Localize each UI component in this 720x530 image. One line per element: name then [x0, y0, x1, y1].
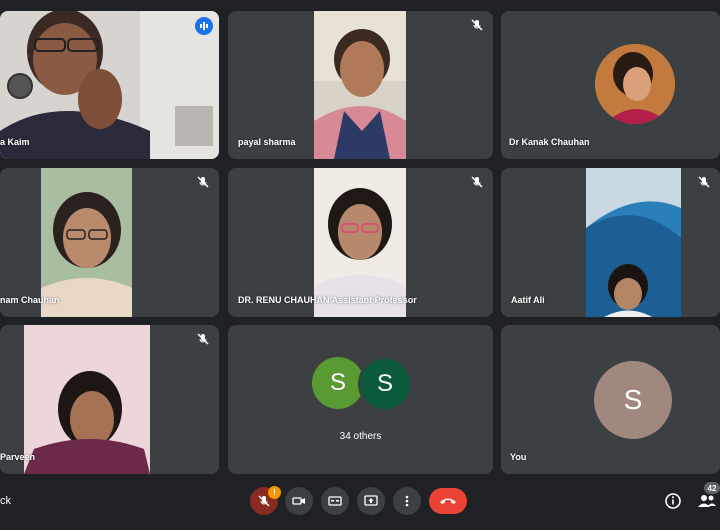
participant-video: [586, 168, 681, 317]
mic-off-icon: [197, 176, 209, 188]
participant-tile-parveen[interactable]: Parveen: [0, 325, 219, 474]
participant-tile-kanak[interactable]: Dr Kanak Chauhan: [501, 11, 720, 159]
avatar-initial: S: [358, 357, 412, 411]
participant-tile-payal[interactable]: payal sharma: [228, 11, 493, 159]
more-vert-icon: [405, 495, 409, 507]
mic-off-icon: [471, 176, 483, 188]
more-options-button[interactable]: [393, 487, 421, 515]
present-icon: [364, 495, 378, 506]
speaking-indicator-icon: [195, 17, 213, 35]
participant-name: DR. RENU CHAUHAN Assistant Professor: [238, 295, 417, 305]
present-button[interactable]: [357, 487, 385, 515]
participant-tile-kaim[interactable]: a Kaim: [0, 11, 219, 159]
captions-button[interactable]: [321, 487, 349, 515]
avatar-initial: S: [594, 361, 672, 439]
participant-name: Aatif Ali: [511, 295, 545, 305]
participant-video: [0, 11, 219, 159]
video-frame: [314, 11, 406, 159]
self-tile[interactable]: S You: [501, 325, 720, 474]
video-frame: [24, 325, 150, 474]
participant-video: [314, 11, 406, 159]
participant-name: Parveen: [0, 452, 36, 462]
info-icon: [665, 493, 681, 509]
mic-off-icon: [698, 176, 710, 188]
profile-photo: [595, 44, 675, 124]
people-button[interactable]: [697, 492, 717, 510]
hang-up-icon: [440, 498, 456, 504]
participant-name: Dr Kanak Chauhan: [509, 137, 590, 147]
camera-icon: [292, 497, 305, 505]
captions-icon: [328, 496, 342, 506]
participant-name: payal sharma: [238, 137, 296, 147]
participant-tile-chauhan[interactable]: nam Chauhan: [0, 168, 219, 317]
people-icon: [698, 495, 716, 507]
alert-badge: !: [268, 486, 281, 499]
others-count: 34 others: [339, 431, 382, 442]
others-tile[interactable]: S S 34 others: [228, 325, 493, 474]
mic-off-icon: [197, 333, 209, 345]
people-count-badge: 42: [704, 482, 720, 494]
participant-tile-renu[interactable]: DR. RENU CHAUHAN Assistant Professor: [228, 168, 493, 317]
camera-toggle-button[interactable]: [285, 487, 313, 515]
participant-video: [24, 325, 150, 474]
video-frame: [0, 11, 219, 159]
meeting-title: ck: [0, 495, 11, 507]
participant-name: a Kaim: [0, 137, 30, 147]
leave-call-button[interactable]: [429, 488, 467, 514]
participant-name: You: [510, 452, 527, 462]
mic-off-icon: [471, 19, 483, 31]
participant-name: nam Chauhan: [0, 295, 60, 305]
profile-photo-image: [595, 44, 675, 124]
info-button[interactable]: [664, 492, 682, 510]
video-frame: [586, 168, 681, 317]
participant-tile-aatif[interactable]: Aatif Ali: [501, 168, 720, 317]
avatar-initial: S: [312, 357, 364, 409]
